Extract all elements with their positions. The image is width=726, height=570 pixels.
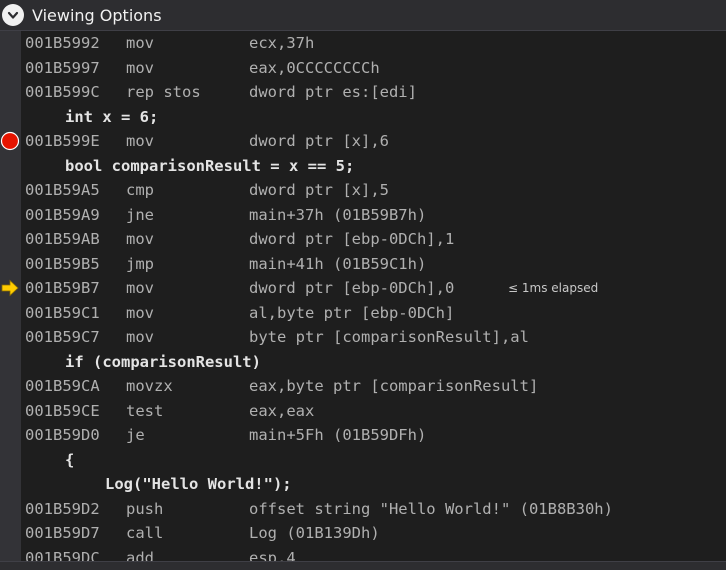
instruction-address: 001B59CE <box>25 401 100 420</box>
current-statement-arrow-icon[interactable] <box>0 276 21 300</box>
instruction-operands: dword ptr es:[edi] <box>249 83 417 101</box>
instruction-address: 001B59C7 <box>25 328 100 346</box>
viewing-options-bar: Viewing Options <box>0 0 726 31</box>
disassembly-line[interactable]: 001B59DC add esp,4 <box>21 546 726 562</box>
source-line[interactable]: int x = 6; <box>21 105 726 130</box>
instruction-mnemonic: movzx <box>126 377 173 395</box>
source-code-text: { <box>65 450 75 469</box>
source-line[interactable]: { <box>21 448 726 473</box>
instruction-operands: eax,eax <box>249 401 315 420</box>
instruction-mnemonic: jmp <box>126 254 154 273</box>
instruction-address: 001B5997 <box>25 58 100 77</box>
viewing-options-label[interactable]: Viewing Options <box>32 6 162 25</box>
disassembly-line[interactable]: 001B599C rep stos dword ptr es:[edi] <box>21 80 726 105</box>
perftip-elapsed[interactable]: ≤ 1ms elapsed <box>508 276 598 301</box>
instruction-operands: main+37h (01B59B7h) <box>249 205 427 224</box>
disassembly-line[interactable]: 001B59D0 je main+5Fh (01B59DFh) <box>21 423 726 448</box>
disassembly-line[interactable]: 001B59B5 jmp main+41h (01B59C1h) <box>21 252 726 277</box>
instruction-operands: dword ptr [ebp-0DCh],0 <box>249 279 455 297</box>
disassembly-line[interactable]: 001B59D7 call Log (01B139Dh) <box>21 521 726 546</box>
disassembly-line[interactable]: 001B59A5 cmp dword ptr [x],5 <box>21 178 726 203</box>
instruction-mnemonic: mov <box>126 34 154 52</box>
instruction-operands: Log (01B139Dh) <box>249 524 380 542</box>
instruction-operands: ecx,37h <box>249 34 315 52</box>
instruction-operands: offset string "Hello World!" (01B8B30h) <box>249 499 613 518</box>
instruction-address: 001B59AB <box>25 230 100 248</box>
source-code-text: int x = 6; <box>65 107 159 126</box>
instruction-operands: dword ptr [ebp-0DCh],1 <box>249 230 455 248</box>
viewing-options-toggle-button[interactable] <box>2 4 24 26</box>
instruction-mnemonic: mov <box>126 230 154 248</box>
indicator-margin[interactable] <box>0 31 21 561</box>
instruction-operands: byte ptr [comparisonResult],al <box>249 328 529 346</box>
instruction-address: 001B59D2 <box>25 499 100 518</box>
horizontal-scrollbar[interactable] <box>0 561 726 570</box>
instruction-operands: dword ptr [x],6 <box>249 132 389 150</box>
instruction-address: 001B59B7 <box>25 279 100 297</box>
disassembly-line[interactable]: 001B59CA movzx eax,byte ptr [comparisonRes… <box>21 374 726 399</box>
instruction-mnemonic: call <box>126 524 164 542</box>
disassembly-line[interactable]: 001B59A9 jne main+37h (01B59B7h) <box>21 203 726 228</box>
source-code-text: Log("Hello World!"); <box>105 475 292 493</box>
source-code-text: bool comparisonResult = x == 5; <box>65 156 355 175</box>
instruction-address: 001B59C1 <box>25 303 100 322</box>
disassembly-line[interactable]: 001B5992 mov ecx,37h <box>21 31 726 56</box>
source-line[interactable]: if (comparisonResult) <box>21 350 726 375</box>
instruction-mnemonic: add <box>126 548 154 562</box>
disassembly-view[interactable]: 001B5992 mov ecx,37h 001B5997 mov eax,0CCCCCC… <box>21 31 726 561</box>
instruction-address: 001B59DC <box>25 548 100 562</box>
disassembly-line[interactable]: 001B59D2 push offset string "Hello World!"… <box>21 497 726 522</box>
instruction-operands: al,byte ptr [ebp-0DCh] <box>249 303 455 322</box>
instruction-mnemonic: mov <box>126 279 154 297</box>
instruction-mnemonic: mov <box>126 58 154 77</box>
breakpoint-icon[interactable] <box>0 129 21 153</box>
source-line[interactable]: bool comparisonResult = x == 5; <box>21 154 726 179</box>
disassembly-line[interactable]: 001B59C7 mov byte ptr [comparisonResult],a… <box>21 325 726 350</box>
instruction-mnemonic: je <box>126 426 145 444</box>
disassembly-line[interactable]: 001B59AB mov dword ptr [ebp-0DCh],1 <box>21 227 726 252</box>
instruction-mnemonic: cmp <box>126 181 154 199</box>
instruction-address: 001B599E <box>25 132 100 150</box>
disassembly-line[interactable]: 001B59CE test eax,eax <box>21 399 726 424</box>
source-line[interactable]: Log("Hello World!"); <box>21 472 726 497</box>
instruction-address: 001B59D0 <box>25 426 100 444</box>
instruction-address: 001B59CA <box>25 377 100 395</box>
disassembly-line[interactable]: 001B5997 mov eax,0CCCCCCCCh <box>21 56 726 81</box>
chevron-down-icon <box>7 11 19 19</box>
disassembly-line[interactable]: 001B59C1 mov al,byte ptr [ebp-0DCh] <box>21 301 726 326</box>
disassembly-line[interactable]: 001B599E mov dword ptr [x],6 <box>21 129 726 154</box>
instruction-mnemonic: jne <box>126 205 154 224</box>
instruction-mnemonic: push <box>126 499 164 518</box>
instruction-mnemonic: mov <box>126 303 154 322</box>
instruction-operands: esp,4 <box>249 548 296 562</box>
instruction-operands: dword ptr [x],5 <box>249 181 389 199</box>
instruction-address: 001B599C <box>25 83 100 101</box>
instruction-address: 001B59A9 <box>25 205 100 224</box>
instruction-address: 001B59A5 <box>25 181 100 199</box>
instruction-mnemonic: rep stos <box>126 83 201 101</box>
instruction-operands: eax,0CCCCCCCCh <box>249 58 380 77</box>
instruction-address: 001B5992 <box>25 34 100 52</box>
instruction-operands: main+5Fh (01B59DFh) <box>249 426 427 444</box>
source-code-text: if (comparisonResult) <box>65 352 261 371</box>
instruction-operands: eax,byte ptr [comparisonResult] <box>249 377 539 395</box>
disassembly-line[interactable]: 001B59B7 mov dword ptr [ebp-0DCh],0 ≤ 1ms e… <box>21 276 726 301</box>
instruction-mnemonic: test <box>126 401 164 420</box>
instruction-address: 001B59D7 <box>25 524 100 542</box>
instruction-address: 001B59B5 <box>25 254 100 273</box>
instruction-mnemonic: mov <box>126 132 154 150</box>
instruction-operands: main+41h (01B59C1h) <box>249 254 427 273</box>
instruction-mnemonic: mov <box>126 328 154 346</box>
